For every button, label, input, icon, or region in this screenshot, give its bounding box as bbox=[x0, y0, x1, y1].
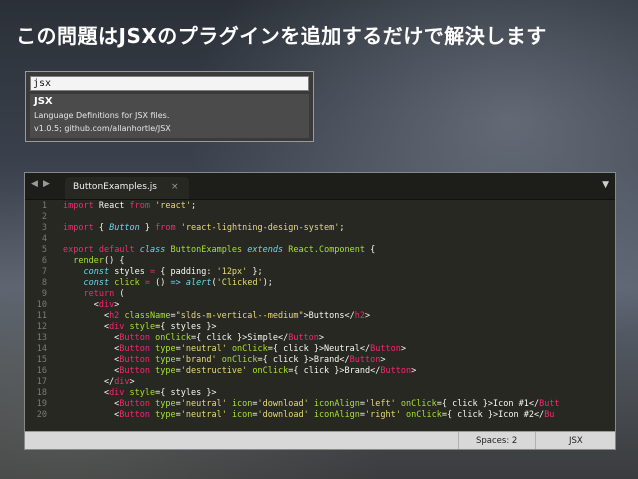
code-area[interactable]: import React from 'react'; import { Butt… bbox=[63, 199, 615, 429]
code-line: return ( bbox=[83, 289, 125, 299]
line-number: 3 bbox=[41, 223, 47, 233]
code-line: <div style={ styles }> bbox=[63, 388, 217, 398]
editor-window: ◀ ▶ ButtonExamples.js × ▼ 1 2 3 4 5 6 7 … bbox=[24, 172, 616, 450]
line-number: 7 bbox=[41, 267, 47, 277]
line-number: 20 bbox=[36, 410, 47, 420]
code-line: export default class ButtonExamples exte… bbox=[63, 245, 376, 255]
line-number-gutter: 1 2 3 4 5 6 7 8 9 10 11 12 13 14 15 16 1… bbox=[25, 199, 53, 429]
code-line: const click = () => alert('Clicked'); bbox=[83, 278, 273, 288]
line-number: 19 bbox=[36, 399, 47, 409]
page-title: この問題はJSXのプラグインを追加するだけで解決します bbox=[16, 24, 547, 48]
line-number: 10 bbox=[36, 300, 47, 310]
nav-forward-icon[interactable]: ▶ bbox=[43, 179, 50, 189]
status-divider bbox=[535, 432, 536, 449]
tab-label: ButtonExamples.js bbox=[73, 182, 157, 192]
line-number: 18 bbox=[36, 388, 47, 398]
syntax-selector[interactable]: JSX bbox=[569, 436, 583, 446]
line-number: 4 bbox=[41, 234, 47, 244]
line-number: 1 bbox=[41, 201, 47, 211]
line-number: 5 bbox=[41, 245, 47, 255]
line-number: 9 bbox=[41, 289, 47, 299]
tab-menu-icon[interactable]: ▼ bbox=[602, 180, 609, 190]
code-line: <div style={ styles }> bbox=[63, 322, 217, 332]
code-line: <Button type='neutral' icon='download' i… bbox=[63, 410, 555, 420]
package-control-panel: jsx JSX Language Definitions for JSX fil… bbox=[25, 71, 314, 142]
line-number: 11 bbox=[36, 311, 47, 321]
line-number: 8 bbox=[41, 278, 47, 288]
package-result-item[interactable]: JSX Language Definitions for JSX files. … bbox=[30, 94, 309, 138]
close-icon[interactable]: × bbox=[171, 182, 179, 192]
status-divider bbox=[458, 432, 459, 449]
line-number: 16 bbox=[36, 366, 47, 376]
line-number: 13 bbox=[36, 333, 47, 343]
code-line: <Button type='neutral' icon='download' i… bbox=[63, 399, 560, 409]
line-number: 15 bbox=[36, 355, 47, 365]
code-line: </div> bbox=[63, 377, 135, 387]
package-description: Language Definitions for JSX files. bbox=[34, 111, 170, 120]
nav-back-icon[interactable]: ◀ bbox=[31, 179, 38, 189]
line-number: 2 bbox=[41, 212, 47, 222]
package-meta: v1.0.5; github.com/allanhortle/JSX bbox=[34, 124, 171, 133]
code-line: <div> bbox=[63, 300, 120, 310]
package-search-input[interactable]: jsx bbox=[30, 76, 309, 91]
code-line: const styles = { padding: '12px' }; bbox=[83, 267, 263, 277]
line-number: 12 bbox=[36, 322, 47, 332]
code-line: <h2 className="slds-m-vertical--medium">… bbox=[63, 311, 371, 321]
line-number: 17 bbox=[36, 377, 47, 387]
code-line: <Button type='neutral' onClick={ click }… bbox=[63, 344, 406, 354]
code-line: import React from 'react'; bbox=[63, 201, 197, 211]
package-name: JSX bbox=[34, 96, 53, 107]
tab-bar: ◀ ▶ ButtonExamples.js × ▼ bbox=[25, 173, 615, 200]
tab-button-examples[interactable]: ButtonExamples.js × bbox=[65, 177, 189, 199]
code-line: import { Button } from 'react-lightning-… bbox=[63, 223, 345, 233]
status-bar: Spaces: 2 JSX bbox=[25, 431, 615, 449]
code-line: <Button onClick={ click }>Simple</Button… bbox=[63, 333, 325, 343]
code-line: render() { bbox=[73, 256, 125, 266]
code-line: <Button type='destructive' onClick={ cli… bbox=[63, 366, 417, 376]
line-number: 14 bbox=[36, 344, 47, 354]
code-line: <Button type='brand' onClick={ click }>B… bbox=[63, 355, 386, 365]
indentation-setting[interactable]: Spaces: 2 bbox=[476, 436, 517, 446]
line-number: 6 bbox=[41, 256, 47, 266]
